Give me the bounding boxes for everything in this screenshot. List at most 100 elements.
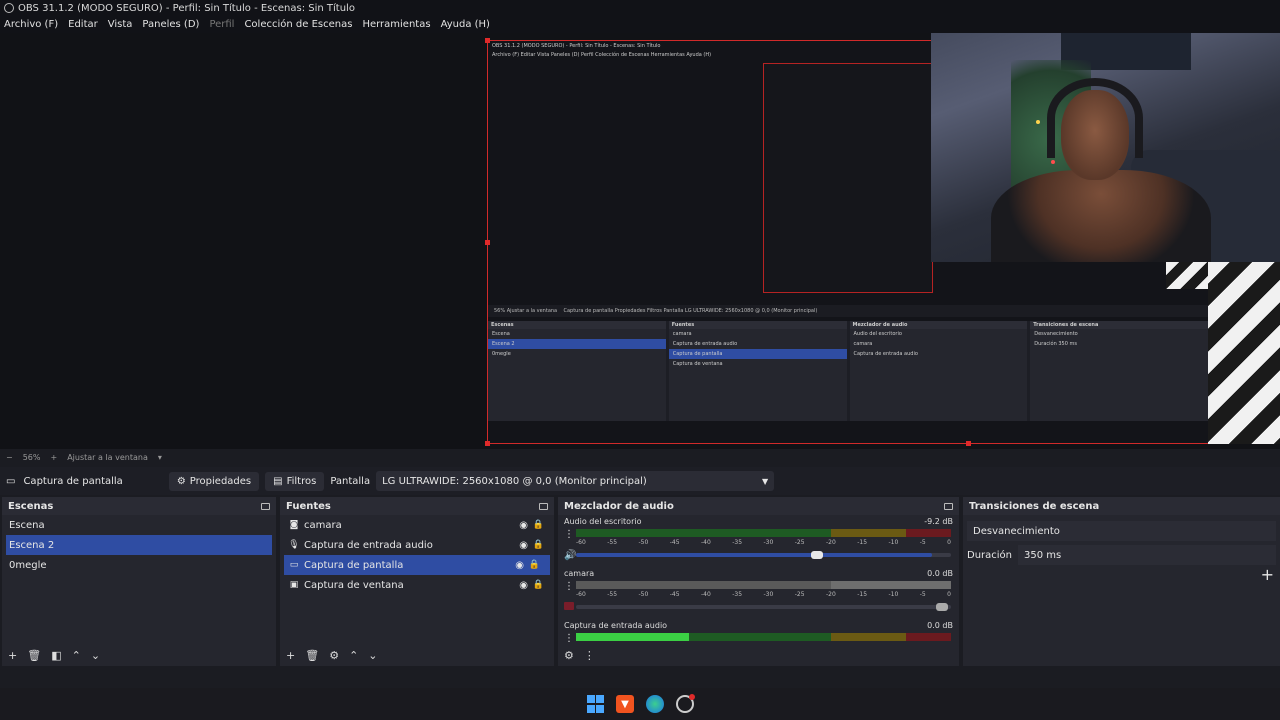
source-label: camara bbox=[304, 519, 342, 531]
eye-icon[interactable]: ◉ bbox=[519, 520, 528, 531]
kebab-menu-icon[interactable]: ⋮ bbox=[584, 649, 595, 662]
channel-name: Audio del escritorio bbox=[564, 517, 642, 526]
eye-icon[interactable]: ◉ bbox=[515, 560, 524, 571]
undock-icon[interactable] bbox=[539, 502, 548, 510]
scale-tick: -45 bbox=[669, 539, 680, 546]
move-down-button[interactable]: ⌄ bbox=[368, 649, 377, 662]
window-title-bar: OBS 31.1.2 (MODO SEGURO) - Perfil: Sin T… bbox=[0, 0, 1280, 16]
recording-dot-icon bbox=[689, 694, 695, 700]
scene-filters-button[interactable]: ◧ bbox=[51, 649, 61, 662]
move-down-button[interactable]: ⌄ bbox=[91, 649, 100, 662]
nested-title: OBS 31.1.2 (MODO SEGURO) - Perfil: Sin T… bbox=[492, 43, 661, 49]
volume-fader[interactable] bbox=[576, 551, 951, 559]
taskbar: ▼ bbox=[0, 688, 1280, 720]
add-source-button[interactable]: + bbox=[286, 649, 295, 662]
menu-paneles[interactable]: Paneles (D) bbox=[142, 19, 199, 30]
resize-handle[interactable] bbox=[485, 441, 490, 446]
meter-scale: -60 -55 -50 -45 -40 -35 -30 -25 -20 -15 -10 -5 0 bbox=[576, 539, 951, 549]
move-up-button[interactable]: ⌃ bbox=[349, 649, 358, 662]
nested-scene-row: 0megle bbox=[492, 351, 511, 357]
channel-name: camara bbox=[564, 569, 595, 578]
remove-scene-button[interactable]: 🗑 bbox=[27, 649, 41, 662]
menu-coleccion-escenas[interactable]: Colección de Escenas bbox=[244, 19, 352, 30]
lock-icon[interactable]: 🔒 bbox=[533, 520, 544, 530]
menu-editar[interactable]: Editar bbox=[68, 19, 98, 30]
scale-tick: 0 bbox=[947, 591, 951, 598]
scale-tick: -45 bbox=[669, 591, 680, 598]
lock-icon[interactable]: 🔒 bbox=[533, 580, 544, 590]
transitions-dock: Transiciones de escena Desvanecimiento D… bbox=[963, 497, 1280, 666]
source-item-selected[interactable]: ▭ Captura de pantalla ◉ 🔒 bbox=[284, 555, 550, 575]
resize-handle[interactable] bbox=[485, 38, 490, 43]
scale-tick: -55 bbox=[607, 539, 618, 546]
scale-tick: -15 bbox=[857, 591, 868, 598]
preview-zoom-bar: − 56% + Ajustar a la ventana ▾ bbox=[0, 449, 1280, 465]
undock-icon[interactable] bbox=[261, 502, 270, 510]
mixer-channel-desktop: Audio del escritorio -9.2 dB ⋮ -60 -55 -50-… bbox=[558, 515, 959, 567]
stripe-pattern bbox=[1208, 261, 1280, 444]
add-scene-button[interactable]: + bbox=[8, 649, 17, 662]
transitions-title: Transiciones de escena bbox=[969, 500, 1100, 512]
fit-window-label[interactable]: Ajustar a la ventana bbox=[67, 453, 148, 462]
kebab-menu-icon[interactable]: ⋮ bbox=[564, 529, 574, 540]
filters-button[interactable]: ▤ Filtros bbox=[265, 471, 325, 491]
duration-input[interactable]: 350 ms bbox=[1018, 545, 1276, 565]
display-select[interactable]: LG ULTRAWIDE: 2560x1080 @ 0,0 (Monitor p… bbox=[376, 471, 775, 491]
obs-taskbar-icon[interactable] bbox=[676, 694, 695, 713]
add-transition-button[interactable]: + bbox=[1261, 565, 1274, 584]
scene-item-selected[interactable]: Escena 2 bbox=[6, 535, 272, 555]
remove-source-button[interactable]: 🗑 bbox=[305, 649, 319, 662]
menu-archivo[interactable]: Archivo (F) bbox=[4, 19, 58, 30]
nested-mixer-title: Mezclador de audio bbox=[849, 321, 1028, 329]
resize-handle[interactable] bbox=[485, 240, 490, 245]
menu-herramientas[interactable]: Herramientas bbox=[362, 19, 430, 30]
menu-vista[interactable]: Vista bbox=[108, 19, 133, 30]
nested-source-row: camara bbox=[672, 331, 692, 337]
fader-knob[interactable] bbox=[811, 551, 823, 559]
properties-button[interactable]: ⚙ Propiedades bbox=[168, 471, 260, 491]
scene-item[interactable]: 0megle bbox=[2, 555, 276, 575]
menu-perfil[interactable]: Perfil bbox=[209, 19, 234, 30]
scale-tick: -35 bbox=[732, 591, 743, 598]
sources-title: Fuentes bbox=[286, 500, 331, 512]
nested-mixer-dock: Mezclador de audio Audio del escritorio … bbox=[849, 321, 1028, 421]
audio-mixer-dock: Mezclador de audio Audio del escritorio -… bbox=[558, 497, 959, 666]
resize-handle[interactable] bbox=[966, 441, 971, 446]
webcam-person-body bbox=[991, 170, 1211, 262]
brave-browser-icon[interactable]: ▼ bbox=[616, 695, 634, 713]
source-item[interactable]: ▣ Captura de ventana ◉ 🔒 bbox=[280, 575, 554, 595]
volume-fader[interactable] bbox=[576, 603, 951, 611]
sources-dock-footer: + 🗑 ⚙ ⌃ ⌄ bbox=[280, 644, 554, 666]
chevron-down-icon[interactable]: ▾ bbox=[158, 453, 162, 462]
menu-ayuda[interactable]: Ayuda (H) bbox=[441, 19, 490, 30]
undock-icon[interactable] bbox=[944, 502, 953, 510]
speaker-icon[interactable]: 🔊 bbox=[564, 550, 576, 561]
webcam-feed[interactable] bbox=[931, 33, 1280, 262]
eye-icon[interactable]: ◉ bbox=[519, 580, 528, 591]
mute-icon[interactable] bbox=[564, 602, 574, 610]
source-item[interactable]: 🎙 Captura de entrada audio ◉ 🔒 bbox=[280, 535, 554, 555]
kebab-menu-icon[interactable]: ⋮ bbox=[564, 581, 574, 592]
source-label: Captura de pantalla bbox=[304, 559, 404, 571]
scale-tick: -25 bbox=[794, 539, 805, 546]
zoom-in-button[interactable]: + bbox=[50, 453, 57, 462]
properties-label: Propiedades bbox=[189, 475, 252, 487]
eye-icon[interactable]: ◉ bbox=[519, 540, 528, 551]
kebab-menu-icon[interactable]: ⋮ bbox=[564, 633, 574, 644]
lock-icon[interactable]: 🔒 bbox=[529, 560, 540, 570]
source-properties-button[interactable]: ⚙ bbox=[329, 649, 339, 662]
advanced-audio-icon[interactable]: ⚙ bbox=[564, 649, 574, 662]
lock-icon[interactable]: 🔒 bbox=[533, 540, 544, 550]
preview-canvas[interactable]: OBS 31.1.2 (MODO SEGURO) - Perfil: Sin T… bbox=[0, 33, 1280, 449]
nested-transitions-dock: Transiciones de escena Desvanecimiento D… bbox=[1030, 321, 1208, 421]
source-item[interactable]: ◙ camara ◉ 🔒 bbox=[280, 515, 554, 535]
transition-type-select[interactable]: Desvanecimiento bbox=[967, 521, 1276, 541]
fader-knob[interactable] bbox=[936, 603, 948, 611]
channel-name: Captura de entrada audio bbox=[564, 621, 668, 630]
edge-browser-icon[interactable] bbox=[646, 695, 664, 713]
zoom-out-button[interactable]: − bbox=[6, 453, 13, 462]
windows-start-icon[interactable] bbox=[586, 695, 604, 713]
volume-meter bbox=[576, 633, 951, 641]
move-up-button[interactable]: ⌃ bbox=[72, 649, 81, 662]
scene-item[interactable]: Escena bbox=[2, 515, 276, 535]
